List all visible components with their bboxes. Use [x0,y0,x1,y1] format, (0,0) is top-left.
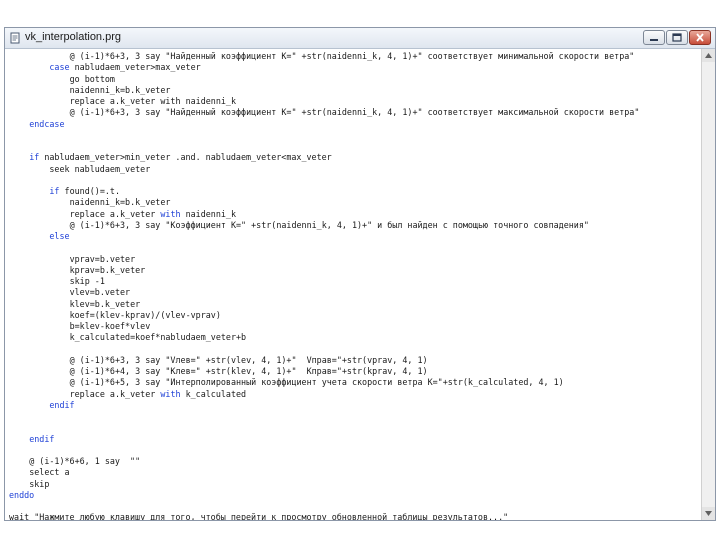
code-line[interactable]: enddo [9,490,34,501]
code-line[interactable]: @ (i-1)*6+5, 3 say "Интерполированный ко… [70,377,564,388]
code-keyword: enddo [9,489,35,500]
code-text: vprav=b.veter [69,253,136,264]
code-line[interactable]: replace a.k_veter with naidenni_k [70,209,236,220]
code-line[interactable]: if nabludaem_veter>min_veter .and. nablu… [29,152,332,163]
code-line[interactable]: k_calculated=koef*nabludaem_veter+b [70,332,246,343]
editor-window: vk_interpolation.prg @ (i-1)*6+3, 3 say … [4,27,716,521]
code-keyword: with [160,388,181,399]
minimize-icon [650,39,658,41]
code-line[interactable]: endif [29,434,54,445]
scroll-up-button[interactable] [702,49,715,62]
code-line[interactable]: koef=(klev-kprav)/(vlev-vprav) [70,310,221,321]
code-keyword: if [29,152,40,163]
code-keyword: if [49,186,60,196]
code-line[interactable]: vlev=b.veter [70,287,131,298]
code-text: @ (i-1)*6+4, 3 say "Kлев=" +str(klev, 4,… [69,366,428,376]
code-text: k_calculated=koef*nabludaem_veter+b [69,332,247,343]
code-text: wait "Нажмите любую клавишу для того, чт… [9,512,509,520]
code-text: naidenni_k [180,208,236,219]
code-text: replace a.k_veter [69,388,161,399]
code-text: klev=b.k_veter [69,298,141,309]
code-text: @ (i-1)*6+6, 1 say "" [29,456,141,466]
code-text: vlev=b.veter [69,287,131,298]
code-text: k_calculated [180,388,247,399]
code-text: @ (i-1)*6+5, 3 say "Интерполированный ко… [69,377,564,388]
code-text: @ (i-1)*6+3, 3 say "Найденный коэффициен… [69,107,640,118]
code-line[interactable]: @ (i-1)*6+6, 1 say "" [29,456,140,467]
code-line[interactable]: @ (i-1)*6+3, 3 say "Найденный коэффициен… [70,51,635,62]
code-line[interactable]: @ (i-1)*6+3, 3 say "Найденный коэффициен… [70,107,640,118]
code-line[interactable]: vprav=b.veter [70,254,136,265]
code-text: @ (i-1)*6+3, 3 say "Найденный коэффициен… [69,51,635,61]
code-text: koef=(klev-kprav)/(vlev-vprav) [69,309,221,320]
code-keyword: with [160,208,181,219]
code-text: select a [29,467,70,478]
maximize-icon [672,33,682,42]
chevron-down-icon [705,511,712,516]
vertical-scrollbar[interactable] [701,49,715,520]
code-text: nabludaem_veter>max_veter [69,62,201,73]
code-keyword: else [49,231,70,241]
window-title: vk_interpolation.prg [25,31,122,43]
close-button[interactable] [689,30,711,45]
code-text: naidenni_k=b.k_veter [69,197,171,208]
code-line[interactable]: select a [29,467,69,478]
scroll-down-button[interactable] [702,507,715,520]
code-line[interactable]: case nabludaem_veter>max_veter [49,62,200,73]
code-line[interactable]: go bottom [70,74,115,85]
maximize-button[interactable] [666,30,688,45]
code-line[interactable]: skip -1 [70,276,105,287]
code-line[interactable]: wait "Нажмите любую клавишу для того, чт… [9,512,508,520]
code-text: replace a.k_veter with naidenni_k [69,96,236,106]
code-text: @ (i-1)*6+3, 3 say "Коэффициент K=" +str… [69,219,589,230]
code-line[interactable]: kprav=b.k_veter [70,265,146,276]
code-line[interactable]: if found()=.t. [49,186,120,197]
close-icon [696,33,704,42]
code-line[interactable]: klev=b.k_veter [70,299,141,310]
code-line[interactable]: naidenni_k=b.k_veter [70,197,171,208]
code-line[interactable]: @ (i-1)*6+3, 3 say "Коэффициент K=" +str… [70,220,589,231]
code-keyword: endif [49,399,75,410]
code-line[interactable]: skip [29,479,49,490]
code-text: skip [29,478,50,489]
code-line[interactable]: b=klev-koef*vlev [70,321,151,332]
minimize-button[interactable] [643,30,665,45]
code-text: b=klev-koef*vlev [69,321,151,331]
code-text: found()=.t. [59,186,120,196]
code-line[interactable]: endif [49,400,74,411]
code-editor[interactable]: @ (i-1)*6+3, 3 say "Найденный коэффициен… [5,49,701,520]
code-text: replace a.k_veter [69,208,161,219]
code-line[interactable]: @ (i-1)*6+3, 3 say "Vлев=" +str(vlev, 4,… [70,355,428,366]
code-line[interactable]: @ (i-1)*6+4, 3 say "Kлев=" +str(klev, 4,… [70,366,428,377]
code-line[interactable]: seek nabludaem_veter [49,164,150,175]
code-text: @ (i-1)*6+3, 3 say "Vлев=" +str(vlev, 4,… [69,354,428,365]
code-line[interactable]: naidenni_k=b.k_veter [70,85,171,96]
title-bar[interactable]: vk_interpolation.prg [5,28,715,49]
code-text: nabludaem_veter>min_veter .and. nabludae… [39,152,332,163]
code-text: skip -1 [69,276,105,286]
code-text: go bottom [69,73,115,84]
code-line[interactable]: replace a.k_veter with k_calculated [70,389,247,400]
document-icon [10,32,20,44]
code-line[interactable]: replace a.k_veter with naidenni_k [70,96,236,107]
code-keyword: endif [29,433,55,444]
code-text: kprav=b.k_veter [69,264,146,275]
code-text: naidenni_k=b.k_veter [69,84,171,95]
code-keyword: case [49,62,70,73]
code-line[interactable]: endcase [29,119,64,130]
code-line[interactable]: else [49,231,69,242]
code-keyword: endcase [29,118,65,129]
code-text: seek nabludaem_veter [49,163,151,174]
chevron-up-icon [705,53,712,58]
